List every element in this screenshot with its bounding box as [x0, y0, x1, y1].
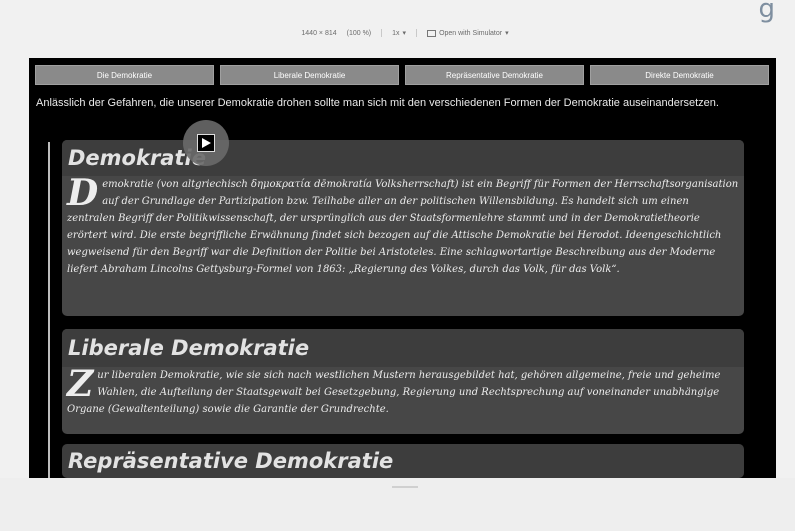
dpr-label: 1x	[392, 29, 400, 37]
viewport-dimensions[interactable]: 1440 × 814	[301, 30, 336, 37]
video-play-button[interactable]	[183, 120, 229, 166]
section-repraesentative-demokratie: Repräsentative Demokratie	[62, 444, 744, 478]
section-text: ur liberalen Demokratie, wie sie sich na…	[67, 370, 721, 415]
drop-cap: D	[67, 172, 99, 214]
section-body: Z ur liberalen Demokratie, wie sie sich …	[62, 363, 744, 418]
drop-cap: Z	[67, 363, 94, 405]
divider	[416, 29, 418, 37]
section-liberale-demokratie: Liberale Demokratie Z ur liberalen Demok…	[62, 329, 744, 434]
play-icon	[197, 134, 215, 152]
vertical-rule	[48, 142, 50, 478]
dpr-select[interactable]: 1x ▾	[392, 29, 407, 38]
nav-tab-repraesentative-demokratie[interactable]: Repräsentative Demokratie	[405, 65, 584, 85]
section-body: D emokratie (von altgriechisch δημοκρατί…	[62, 172, 744, 278]
zoom-level[interactable]: (100 %)	[347, 30, 372, 37]
section-title: Repräsentative Demokratie	[62, 444, 744, 478]
section-text: emokratie (von altgriechisch δημοκρατία …	[67, 179, 739, 275]
device-toolbar: 1440 × 814 (100 %) 1x ▾ Open with Simula…	[30, 26, 780, 40]
intro-text: Anlässlich der Gefahren, die unserer Dem…	[36, 97, 719, 109]
chevron-down-icon: ▾	[402, 30, 407, 37]
top-nav: Die Demokratie Liberale Demokratie Reprä…	[35, 65, 769, 85]
open-simulator-button[interactable]: Open with Simulator ▾	[427, 29, 509, 37]
resize-handle[interactable]	[392, 486, 418, 488]
nav-tab-liberale-demokratie[interactable]: Liberale Demokratie	[220, 65, 399, 85]
device-icon	[427, 29, 437, 37]
chevron-down-icon: ▾	[505, 30, 509, 37]
nav-tab-die-demokratie[interactable]: Die Demokratie	[35, 65, 214, 85]
open-simulator-label: Open with Simulator	[439, 29, 503, 37]
divider	[381, 29, 383, 37]
nav-tab-direkte-demokratie[interactable]: Direkte Demokratie	[590, 65, 769, 85]
section-title: Liberale Demokratie	[62, 329, 744, 367]
section-title: Demokratie	[62, 140, 744, 176]
page-viewport: Die Demokratie Liberale Demokratie Reprä…	[29, 58, 776, 478]
top-corner-glyph: g	[758, 0, 775, 24]
top-strip: g	[0, 0, 795, 24]
browser-stage: g 1440 × 814 (100 %) 1x ▾ Open with Simu…	[0, 0, 795, 531]
section-demokratie: Demokratie D emokratie (von altgriechisc…	[62, 140, 744, 316]
